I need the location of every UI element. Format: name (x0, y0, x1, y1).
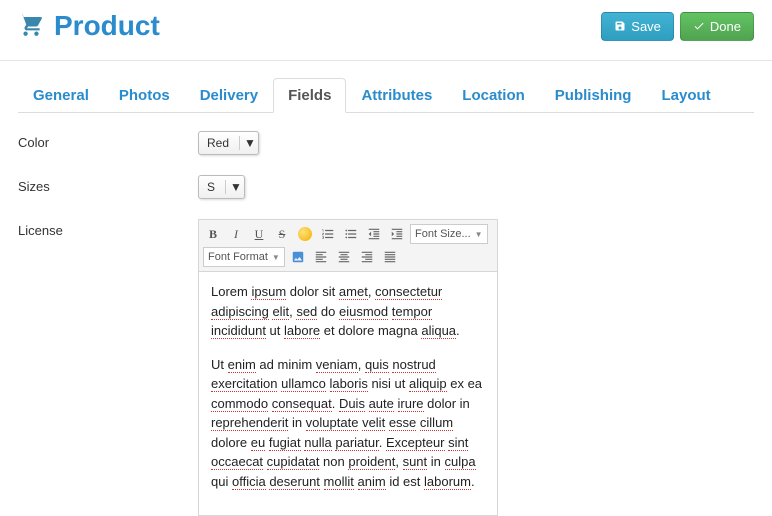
ordered-list-button[interactable] (318, 224, 338, 244)
font-size-select[interactable]: Font Size...▼ (410, 224, 488, 244)
header: Product Save Done (0, 0, 772, 61)
tab-location[interactable]: Location (447, 78, 540, 113)
tabs: GeneralPhotosDeliveryFieldsAttributesLoc… (18, 77, 754, 113)
tab-general[interactable]: General (18, 78, 104, 113)
emoji-button[interactable] (295, 224, 315, 244)
done-button[interactable]: Done (680, 12, 754, 41)
page-title: Product (54, 10, 160, 42)
cart-icon (18, 12, 44, 41)
align-center-button[interactable] (334, 247, 354, 267)
emoji-icon (298, 227, 312, 241)
editor-content[interactable]: Lorem ipsum dolor sit amet, consectetur … (199, 272, 497, 515)
italic-button[interactable]: I (226, 224, 246, 244)
chevron-down-icon: ▼ (225, 180, 240, 194)
color-select[interactable]: Red ▼ (198, 131, 259, 155)
font-format-select[interactable]: Font Format▼ (203, 247, 285, 267)
editor-toolbar: B I U S Font Size...▼ Font Format▼ (199, 220, 497, 272)
insert-image-button[interactable] (288, 247, 308, 267)
chevron-down-icon: ▼ (239, 136, 254, 150)
check-icon (693, 20, 705, 32)
save-button[interactable]: Save (601, 12, 674, 41)
sizes-select[interactable]: S ▼ (198, 175, 245, 199)
save-icon (614, 20, 626, 32)
tab-delivery[interactable]: Delivery (185, 78, 273, 113)
align-left-button[interactable] (311, 247, 331, 267)
chevron-down-icon: ▼ (272, 253, 280, 262)
unordered-list-button[interactable] (341, 224, 361, 244)
chevron-down-icon: ▼ (475, 230, 483, 239)
tab-photos[interactable]: Photos (104, 78, 185, 113)
underline-button[interactable]: U (249, 224, 269, 244)
tab-attributes[interactable]: Attributes (346, 78, 447, 113)
indent-button[interactable] (387, 224, 407, 244)
bold-button[interactable]: B (203, 224, 223, 244)
rich-text-editor: B I U S Font Size...▼ Font Format▼ (198, 219, 498, 516)
tab-publishing[interactable]: Publishing (540, 78, 647, 113)
color-label: Color (18, 131, 198, 150)
align-right-button[interactable] (357, 247, 377, 267)
license-label: License (18, 219, 198, 238)
align-justify-button[interactable] (380, 247, 400, 267)
sizes-label: Sizes (18, 175, 198, 194)
strikethrough-button[interactable]: S (272, 224, 292, 244)
tab-fields[interactable]: Fields (273, 78, 346, 113)
outdent-button[interactable] (364, 224, 384, 244)
tab-layout[interactable]: Layout (646, 78, 725, 113)
